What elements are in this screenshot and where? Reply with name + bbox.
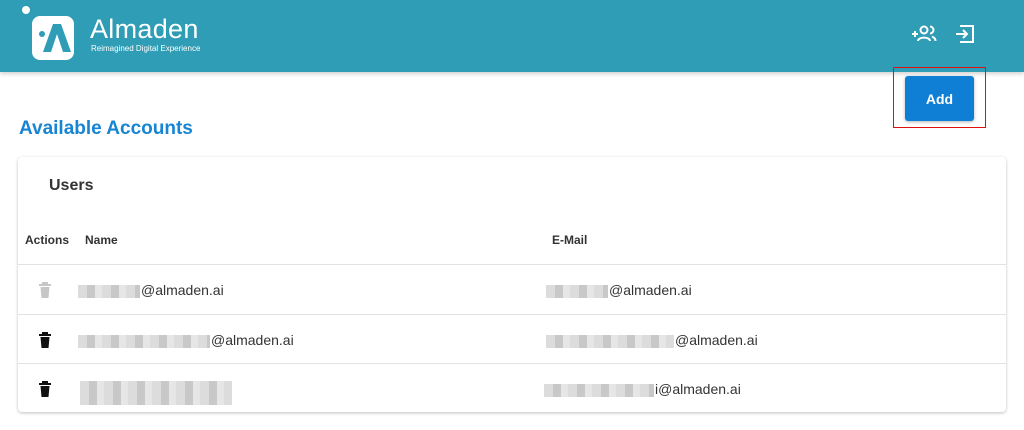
delete-icon[interactable] bbox=[38, 332, 52, 349]
table-row: i@almaden.ai bbox=[18, 363, 1006, 413]
user-email: @almaden.ai bbox=[546, 282, 692, 298]
logout-icon[interactable] bbox=[954, 22, 976, 46]
user-name-text: @almaden.ai bbox=[211, 332, 294, 348]
user-name bbox=[80, 381, 233, 405]
user-email: @almaden.ai bbox=[546, 332, 758, 348]
user-name-text: @almaden.ai bbox=[141, 282, 224, 298]
almaden-logo-icon bbox=[22, 6, 74, 60]
user-name: @almaden.ai bbox=[78, 332, 294, 348]
table-row: @almaden.ai @almaden.ai bbox=[18, 314, 1006, 364]
brand: Almaden Reimagined Digital Experience bbox=[90, 14, 200, 54]
user-email-text: @almaden.ai bbox=[609, 282, 692, 298]
add-user-icon[interactable] bbox=[911, 22, 937, 46]
delete-icon bbox=[38, 282, 52, 299]
user-name: @almaden.ai bbox=[78, 282, 224, 298]
user-email-text: @almaden.ai bbox=[675, 332, 758, 348]
user-email-text: i@almaden.ai bbox=[655, 381, 741, 397]
column-header-email[interactable]: E-Mail bbox=[552, 233, 587, 247]
app-header: Almaden Reimagined Digital Experience bbox=[0, 0, 1024, 72]
column-header-name[interactable]: Name bbox=[85, 233, 118, 247]
table-row: @almaden.ai @almaden.ai bbox=[18, 264, 1006, 314]
add-button[interactable]: Add bbox=[905, 76, 974, 121]
app-name: Almaden bbox=[90, 14, 199, 44]
user-email: i@almaden.ai bbox=[544, 381, 741, 397]
users-card: Users Actions Name E-Mail @almaden.ai @a… bbox=[18, 157, 1006, 412]
page-title: Available Accounts bbox=[19, 118, 193, 139]
delete-icon[interactable] bbox=[38, 381, 52, 398]
column-header-actions: Actions bbox=[25, 233, 70, 247]
card-title: Users bbox=[49, 177, 94, 194]
app-tagline: Reimagined Digital Experience bbox=[91, 44, 201, 53]
